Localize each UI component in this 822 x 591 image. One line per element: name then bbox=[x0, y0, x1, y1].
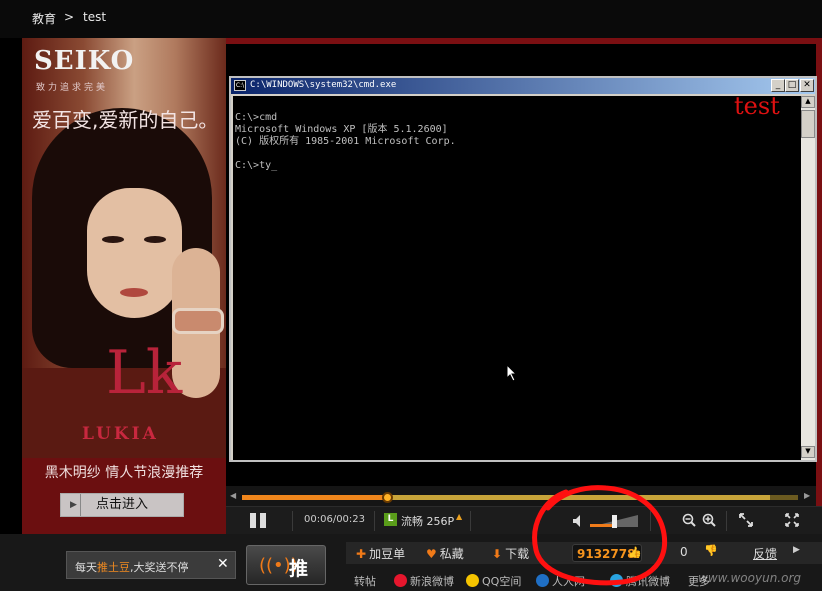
divider bbox=[650, 511, 651, 531]
ad-photo-watch bbox=[172, 308, 224, 334]
ad-slogan: 爱百变,爱新的自己。 bbox=[32, 108, 219, 132]
download-button[interactable]: ⬇ 下载 bbox=[492, 545, 529, 562]
caret-up-icon: ▲ bbox=[456, 512, 463, 521]
expand-icon[interactable] bbox=[738, 512, 754, 528]
share-renren[interactable]: 人人网 bbox=[536, 573, 585, 589]
promo-notice-link[interactable]: 推土豆 bbox=[97, 561, 130, 574]
favorite-button[interactable]: ♥ 私藏 bbox=[426, 545, 464, 562]
seek-track[interactable] bbox=[242, 492, 798, 503]
ad-enter-button[interactable]: ▶ 点击进入 bbox=[60, 493, 184, 517]
close-icon[interactable]: ✕ bbox=[217, 556, 229, 572]
scroll-up-icon: ▲ bbox=[801, 96, 815, 108]
cmd-app-icon: C:\ bbox=[234, 80, 246, 91]
ad-brand-logo: SEIKO bbox=[34, 46, 135, 76]
ad-product-name: LUKIA bbox=[82, 424, 159, 444]
video-text-watermark: test bbox=[734, 92, 780, 120]
qzone-icon bbox=[466, 574, 479, 587]
breadcrumb-separator: > bbox=[64, 10, 75, 24]
site-watermark: www.wooyun.org bbox=[698, 571, 802, 585]
ad-product-logo: Lk bbox=[106, 338, 183, 408]
seek-forward-arrow-icon[interactable]: ▶ bbox=[804, 491, 810, 500]
ad-enter-button-label: 点击进入 bbox=[95, 497, 148, 512]
ad-photo-lips bbox=[120, 288, 148, 297]
ad-caption: 黑木明纱 情人节浪漫推荐 bbox=[44, 465, 204, 481]
seek-bar[interactable]: ◀ ▶ bbox=[226, 486, 816, 506]
zoom-in-icon[interactable] bbox=[702, 513, 716, 527]
add-to-list-button[interactable]: ✚ 加豆单 bbox=[356, 545, 405, 562]
share-qzone[interactable]: QQ空间 bbox=[466, 573, 521, 589]
speaker-icon[interactable] bbox=[572, 514, 586, 528]
tencent-weibo-icon bbox=[610, 574, 623, 587]
play-arrow-icon: ▶ bbox=[67, 494, 81, 516]
quality-label: 流畅 256P bbox=[401, 515, 455, 528]
like-button[interactable]: 9132778 👍 bbox=[572, 544, 642, 562]
volume-handle[interactable] bbox=[612, 515, 617, 528]
dislike-count: 0 bbox=[680, 545, 688, 559]
thumbs-down-icon[interactable]: 👎 bbox=[704, 544, 718, 557]
pause-icon bbox=[250, 513, 256, 528]
seek-back-arrow-icon[interactable]: ◀ bbox=[230, 491, 236, 500]
scroll-thumb bbox=[801, 110, 815, 138]
push-button[interactable]: ((•)) 推 bbox=[246, 545, 326, 585]
ad-photo-eye bbox=[102, 236, 124, 243]
cmd-scrollbar: ▲ ▼ bbox=[801, 96, 815, 460]
breadcrumb-current: test bbox=[83, 10, 107, 24]
maximize-icon: □ bbox=[785, 79, 799, 92]
playback-time: 00:06/00:23 bbox=[304, 514, 366, 525]
share-label: 转帖 bbox=[354, 575, 376, 588]
thumbs-up-icon: 👍 bbox=[628, 546, 642, 559]
renren-icon bbox=[536, 574, 549, 587]
push-button-label: 推 bbox=[289, 558, 309, 580]
heart-icon: ♥ bbox=[426, 547, 437, 561]
download-icon: ⬇ bbox=[492, 547, 503, 561]
cmd-output: C:\>cmd Microsoft Windows XP [版本 5.1.260… bbox=[235, 112, 456, 171]
promo-notice: 每天推土豆,大奖送不停 ✕ bbox=[66, 551, 236, 579]
cmd-title-bar: C:\ C:\WINDOWS\system32\cmd.exe _ □ ✕ bbox=[231, 78, 815, 94]
breadcrumb: 教育 > test bbox=[0, 0, 822, 38]
quality-badge: L bbox=[384, 513, 397, 526]
share-sina-weibo[interactable]: 新浪微博 bbox=[394, 573, 454, 589]
volume-level bbox=[590, 524, 614, 527]
plus-icon: ✚ bbox=[356, 547, 367, 561]
pause-icon bbox=[260, 513, 266, 528]
pause-button[interactable] bbox=[250, 513, 268, 528]
weibo-icon bbox=[394, 574, 407, 587]
ad-brand-tagline: 致力追求完美 bbox=[36, 83, 109, 93]
like-count: 9132778 bbox=[577, 547, 636, 561]
close-icon: ✕ bbox=[800, 79, 814, 92]
cmd-console: C:\>cmd Microsoft Windows XP [版本 5.1.260… bbox=[233, 96, 801, 460]
divider bbox=[292, 511, 293, 531]
feedback-link[interactable]: 反馈 bbox=[753, 545, 777, 562]
player-controls: 00:06/00:23 L 流畅 256P ▲ bbox=[226, 506, 822, 534]
promo-notice-text: 每天推土豆,大奖送不停 bbox=[75, 561, 189, 574]
action-bar: ✚ 加豆单 ♥ 私藏 ⬇ 下载 9132778 👍 0 👎 反馈 ▶ bbox=[346, 542, 822, 564]
mouse-cursor-icon bbox=[506, 364, 518, 382]
volume-slider[interactable] bbox=[590, 515, 638, 528]
ad-photo-face bbox=[87, 188, 182, 318]
cmd-title: C:\WINDOWS\system32\cmd.exe bbox=[250, 80, 397, 90]
divider bbox=[470, 511, 471, 531]
divider bbox=[726, 511, 727, 531]
divider bbox=[374, 511, 375, 531]
played-bar bbox=[242, 495, 387, 500]
seek-handle[interactable] bbox=[381, 492, 393, 503]
scroll-down-icon: ▼ bbox=[801, 446, 815, 458]
breadcrumb-home-link[interactable]: 教育 bbox=[32, 10, 56, 27]
video-player[interactable]: C:\ C:\WINDOWS\system32\cmd.exe _ □ ✕ C:… bbox=[226, 44, 817, 486]
minimize-icon: _ bbox=[771, 79, 785, 92]
ad-photo-eye bbox=[144, 236, 166, 243]
seiko-advertisement[interactable]: SEIKO 致力追求完美 爱百变,爱新的自己。 Lk LUKIA 黑木明纱 情人… bbox=[22, 38, 226, 534]
share-tencent-weibo[interactable]: 腾讯微博 bbox=[610, 573, 670, 589]
zoom-out-icon[interactable] bbox=[682, 513, 696, 527]
fullscreen-icon[interactable] bbox=[784, 512, 800, 528]
cmd-window: C:\ C:\WINDOWS\system32\cmd.exe _ □ ✕ C:… bbox=[229, 76, 817, 462]
caret-right-icon[interactable]: ▶ bbox=[793, 545, 800, 555]
